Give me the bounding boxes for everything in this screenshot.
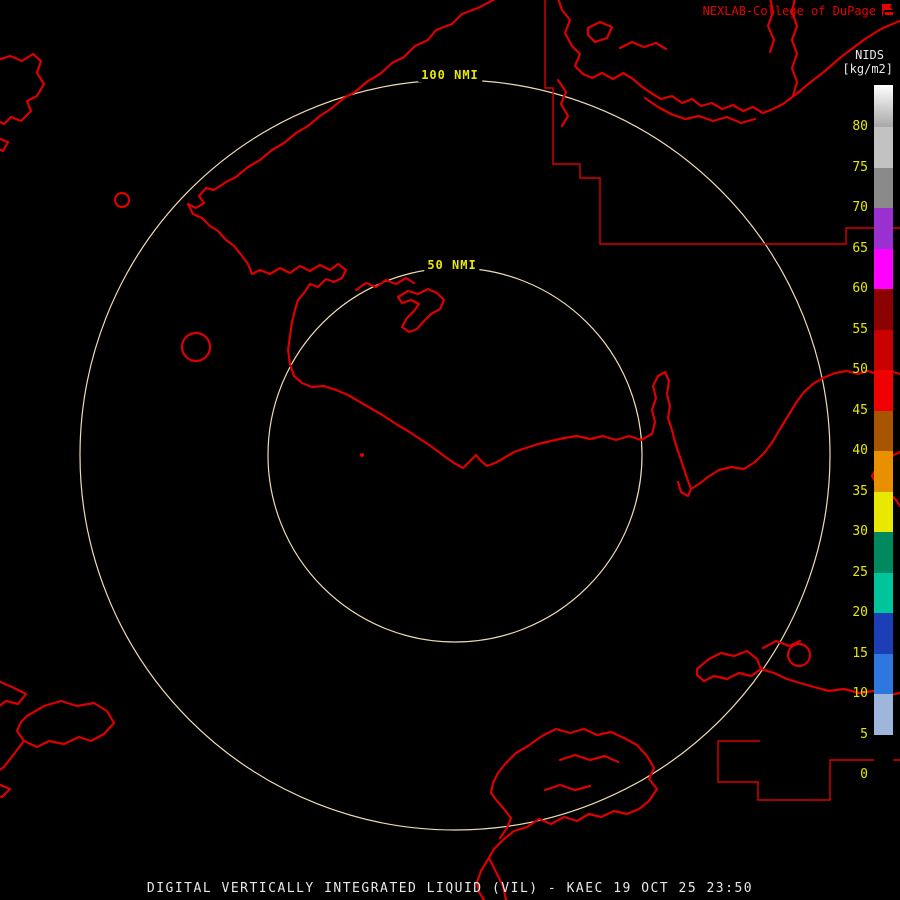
colorbar-segment-60-65 [874, 248, 893, 289]
colorbar-segment-30-35 [874, 491, 893, 532]
radar-display: 100 NMI 50 NMI NEXLAB-College of DuPage … [0, 0, 900, 900]
colorbar-segment-65-70 [874, 208, 893, 249]
county-line-southeast-steps [717, 741, 900, 801]
island-circle-southeast [786, 642, 812, 668]
colorbar-segment-20-25 [874, 572, 893, 613]
coastlines [0, 0, 900, 900]
colorbar-segment-45-50 [874, 370, 893, 411]
colorbar-tick-35: 35 [852, 483, 868, 499]
colorbar-tick-0: 0 [860, 767, 868, 782]
coastline-left-tail [0, 739, 26, 771]
lake-south-outline [475, 727, 659, 900]
coastline-inlet [650, 370, 693, 498]
coastline-northeast-detail [618, 40, 668, 51]
colorbar-segment-35-40 [874, 451, 893, 492]
colorbar-segment-25-30 [874, 532, 893, 573]
colorbar-tick-25: 25 [852, 564, 868, 580]
coastline-east [689, 369, 900, 491]
colorbar-ticks: 80 75 70 65 60 55 50 45 40 35 30 25 20 15 10 5 0 [840, 0, 868, 900]
colorbar-tick-45: 45 [852, 402, 868, 418]
colorbar-segment-75-80 [874, 127, 893, 168]
landmass-topleft-small [0, 137, 10, 153]
landmass-topleft-corner [0, 52, 46, 126]
colorbar-segment-0-5 [874, 734, 893, 775]
colorbar-tick-40: 40 [852, 443, 868, 458]
colorbar-tick-30: 30 [852, 524, 868, 539]
island-circle-west [180, 331, 212, 363]
product-caption: DIGITAL VERTICALLY INTEGRATED LIQUID (VI… [146, 881, 754, 896]
range-ring-100nmi [79, 79, 831, 831]
coastline-left-edge-small [0, 783, 12, 799]
range-ring-50nmi [267, 267, 643, 643]
nexlab-logo-icon [882, 4, 893, 18]
colorbar-tick-20: 20 [852, 605, 868, 620]
colorbar-tick-80: 80 [852, 119, 868, 134]
range-rings [79, 79, 831, 831]
island-hook-center [396, 287, 446, 334]
islet-dot-center [360, 453, 364, 457]
lake-south-inner-2 [543, 783, 592, 792]
coastline-northeast-lower [643, 96, 757, 125]
colorbar-cap [874, 85, 893, 127]
colorbar-segment-50-55 [874, 329, 893, 370]
colorbar-tick-60: 60 [852, 281, 868, 296]
colorbar-segment-55-60 [874, 289, 893, 330]
colorbar-segment-40-45 [874, 410, 893, 451]
lake-south-inner-1 [558, 753, 620, 764]
island-chain-center [354, 276, 416, 292]
colorbar-tick-75: 75 [852, 159, 868, 175]
coastline-left-lower [0, 680, 28, 707]
colorbar-tick-15: 15 [852, 645, 868, 661]
island-northeast-small [586, 20, 614, 44]
colorbar-tick-10: 10 [852, 686, 868, 701]
colorbar-tick-65: 65 [852, 240, 868, 256]
range-ring-label-100nmi: 100 NMI [418, 68, 482, 82]
radar-map [0, 0, 900, 900]
colorbar-segment-15-20 [874, 613, 893, 654]
landmass-southeast-blob [695, 649, 763, 683]
colorbar-tick-70: 70 [852, 200, 868, 215]
landmass-left-blob [15, 699, 116, 749]
colorbar-segment-5-10 [874, 694, 893, 735]
colorbar-segment-10-15 [874, 653, 893, 694]
colorbar-segment-70-75 [874, 167, 893, 208]
islet-circle-northwest [113, 191, 131, 209]
colorbar-tick-5: 5 [860, 726, 868, 742]
range-ring-label-50nmi: 50 NMI [424, 258, 480, 272]
colorbar-tick-50: 50 [852, 362, 868, 377]
coastline-north-notch [556, 78, 570, 128]
colorbar-bar [874, 85, 893, 775]
colorbar-tick-55: 55 [852, 321, 868, 337]
